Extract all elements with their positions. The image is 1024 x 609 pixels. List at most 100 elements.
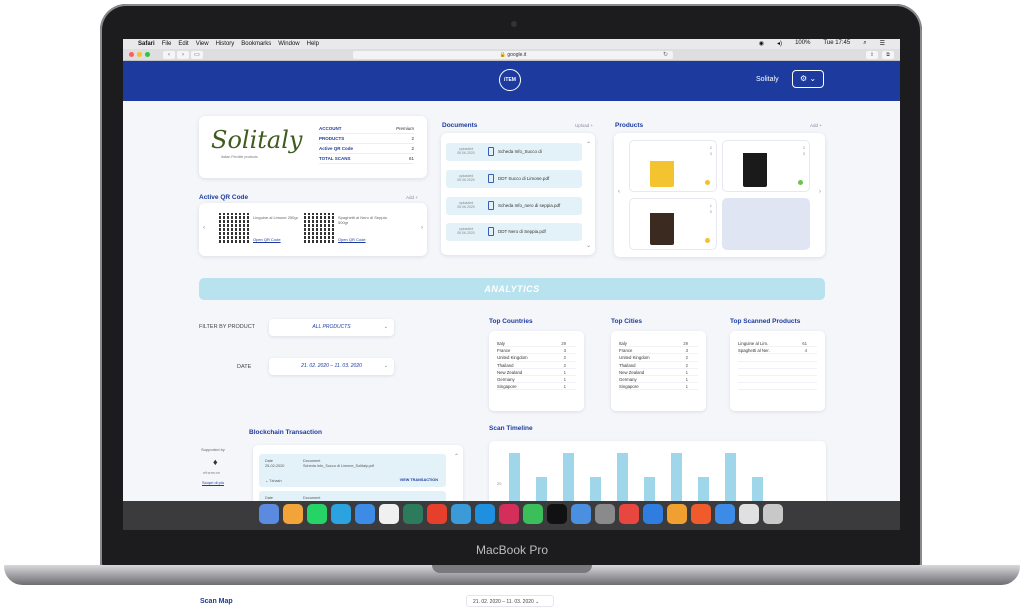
minimize-icon[interactable] [137, 52, 142, 57]
menu-edit[interactable]: Edit [178, 41, 188, 47]
wifi-icon[interactable]: ◉ [759, 40, 764, 47]
list-item[interactable]: uploaded 05.06.2020 Scheda Info_Succo di [446, 143, 582, 161]
chevron-right-icon[interactable]: › [421, 225, 423, 231]
open-qr-link[interactable]: Open QR Code [253, 237, 281, 242]
list-item: France 3 [619, 347, 698, 355]
menu-view[interactable]: View [196, 41, 209, 47]
reload-icon[interactable]: ↻ [663, 51, 668, 58]
forward-button[interactable]: › [177, 51, 189, 59]
qr-item[interactable]: Spaghetti al Nero di Seppia 500gr Open Q… [304, 213, 394, 255]
account-table: ACCOUNT Premium PRODUCTS 2 Active QR Code 2… [319, 124, 414, 164]
chevron-right-icon[interactable]: › [819, 189, 821, 195]
list-item[interactable]: uploaded 05.06.2020 Scheda Info_nero di s… [446, 197, 582, 215]
rubymine-icon[interactable] [499, 504, 519, 524]
product-tile[interactable]: 23 [722, 140, 810, 192]
documents-title: Documents [442, 122, 478, 129]
finder-icon[interactable] [259, 504, 279, 524]
upload-button[interactable]: Upload + [575, 123, 593, 128]
product-filter-select[interactable]: ALL PRODUCTS ⌄ [269, 319, 394, 336]
app-icon[interactable] [619, 504, 639, 524]
app-icon[interactable] [595, 504, 615, 524]
list-item: Thailand 2 [619, 362, 698, 369]
device-brand: MacBook Pro [475, 543, 549, 557]
top-products-title: Top Scanned Products [730, 318, 801, 325]
sidebar-icon[interactable]: ▭ [191, 51, 203, 59]
whatsapp-icon[interactable] [307, 504, 327, 524]
y-axis-tick: 20 [497, 481, 502, 486]
search-icon[interactable]: ⌕ [863, 40, 866, 47]
list-item: Italy 29 [497, 340, 576, 348]
chevron-down-icon: ⌄ [383, 324, 388, 330]
learn-more-link[interactable]: Scopri di più [202, 480, 224, 485]
settings-button[interactable]: ⚙ ⌄ [792, 70, 824, 88]
item-logo[interactable]: iTEM [499, 69, 521, 91]
terminal-icon[interactable] [547, 504, 567, 524]
products-card: ‹ 23 23 10 › [614, 133, 825, 257]
timeline-bar [563, 453, 574, 501]
menu-safari[interactable]: Safari [138, 41, 155, 47]
timeline-bar [698, 477, 709, 501]
control-center-icon[interactable]: ☰ [880, 40, 885, 47]
vscode-icon[interactable] [643, 504, 663, 524]
app-icon[interactable] [667, 504, 687, 524]
scan-timeline-title: Scan Timeline [489, 425, 533, 432]
tabs-icon[interactable]: ⧉ [882, 51, 894, 59]
webstorm-icon[interactable] [475, 504, 495, 524]
app-icon[interactable] [355, 504, 375, 524]
products-title: Products [615, 122, 644, 129]
list-item: New Zealand 1 [619, 369, 698, 376]
address-bar[interactable]: 🔒 google.it [353, 51, 673, 59]
scroll-up-icon[interactable]: ⌃ [454, 453, 459, 460]
app-icon[interactable] [691, 504, 711, 524]
provider-name: ethereum [203, 470, 220, 475]
product-tile[interactable]: 23 [629, 140, 717, 192]
menu-history[interactable]: History [216, 41, 235, 47]
status-dot [705, 238, 710, 243]
battery-percent[interactable]: 100% [795, 40, 810, 47]
safari-icon[interactable] [715, 504, 735, 524]
product-image [650, 147, 674, 187]
chevron-left-icon[interactable]: ‹ [618, 189, 620, 195]
file-icon [488, 201, 494, 210]
product-tile[interactable]: 10 [629, 198, 717, 250]
trash-icon[interactable] [763, 504, 783, 524]
add-qr-button[interactable]: Add + [406, 195, 418, 200]
maximize-icon[interactable] [145, 52, 150, 57]
gear-icon: ⚙ [799, 74, 808, 83]
pycharm-icon[interactable] [523, 504, 543, 524]
app-icon[interactable] [427, 504, 447, 524]
scan-map-date-select[interactable]: 21. 02. 2020 – 11. 03. 2020 ⌄ [466, 595, 554, 607]
telegram-icon[interactable] [331, 504, 351, 524]
menu-help[interactable]: Help [307, 41, 319, 47]
close-icon[interactable] [129, 52, 134, 57]
document-icon[interactable] [739, 504, 759, 524]
clock[interactable]: Tue 17:45 [823, 40, 850, 47]
app-icon[interactable] [451, 504, 471, 524]
menu-file[interactable]: File [162, 41, 172, 47]
share-icon[interactable]: ⇪ [866, 51, 878, 59]
date-range-select[interactable]: 21. 02. 2020 – 11. 03. 2020 ⌄ [269, 358, 394, 375]
app-icon[interactable] [403, 504, 423, 524]
qr-item[interactable]: Linguine al Limone 250gr Open QR Code [219, 213, 309, 255]
product-tile-placeholder[interactable] [722, 198, 810, 250]
open-qr-link[interactable]: Open QR Code [338, 237, 366, 242]
scroll-down-icon[interactable]: ⌄ [586, 242, 591, 249]
list-item: Singapore 1 [619, 383, 698, 391]
txhash-toggle[interactable]: ⌄ Txhash [265, 478, 282, 483]
list-item: Thailand 2 [497, 362, 576, 369]
volume-icon[interactable]: ◂) [777, 40, 782, 47]
back-button[interactable]: ‹ [163, 51, 175, 59]
menu-bookmarks[interactable]: Bookmarks [241, 41, 271, 47]
list-item[interactable]: uploaded 05.06.2020 DDT Nero di Seppia.pd… [446, 223, 582, 241]
app-icon[interactable] [283, 504, 303, 524]
add-product-button[interactable]: Add + [810, 123, 822, 128]
app-icon[interactable] [571, 504, 591, 524]
calendar-icon[interactable] [379, 504, 399, 524]
menu-window[interactable]: Window [278, 41, 299, 47]
product-image [650, 205, 674, 245]
view-transaction-button[interactable]: VIEW TRANSACTION [400, 478, 438, 482]
chevron-left-icon[interactable]: ‹ [203, 225, 205, 231]
scroll-up-icon[interactable]: ⌃ [586, 141, 591, 148]
list-item[interactable]: uploaded 05.06.2020 DDT Succo di Limone.p… [446, 170, 582, 188]
screen: Safari File Edit View History Bookmarks … [123, 39, 900, 530]
